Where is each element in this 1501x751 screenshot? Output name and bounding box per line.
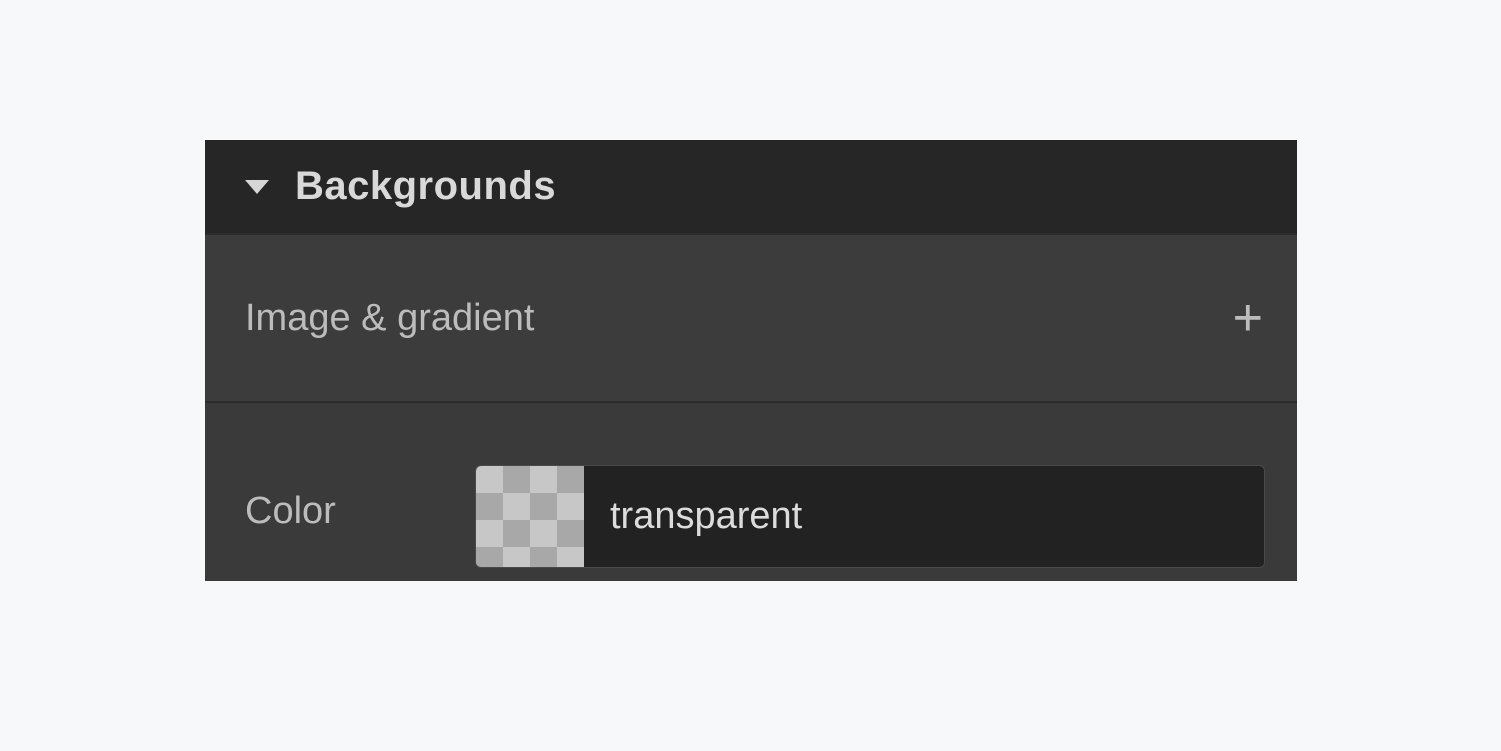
caret-down-icon — [245, 180, 269, 194]
color-control[interactable]: transparent — [475, 465, 1265, 568]
color-swatch-transparent[interactable] — [476, 466, 584, 567]
add-image-gradient-button[interactable]: + — [1233, 292, 1263, 344]
image-gradient-label: Image & gradient — [245, 297, 534, 340]
color-label: Color — [245, 490, 336, 533]
color-value-input[interactable]: transparent — [584, 466, 1264, 567]
backgrounds-section-header[interactable]: Backgrounds — [205, 140, 1297, 233]
section-title: Backgrounds — [295, 164, 556, 209]
image-gradient-row: Image & gradient + — [205, 233, 1297, 401]
plus-icon: + — [1233, 289, 1263, 347]
